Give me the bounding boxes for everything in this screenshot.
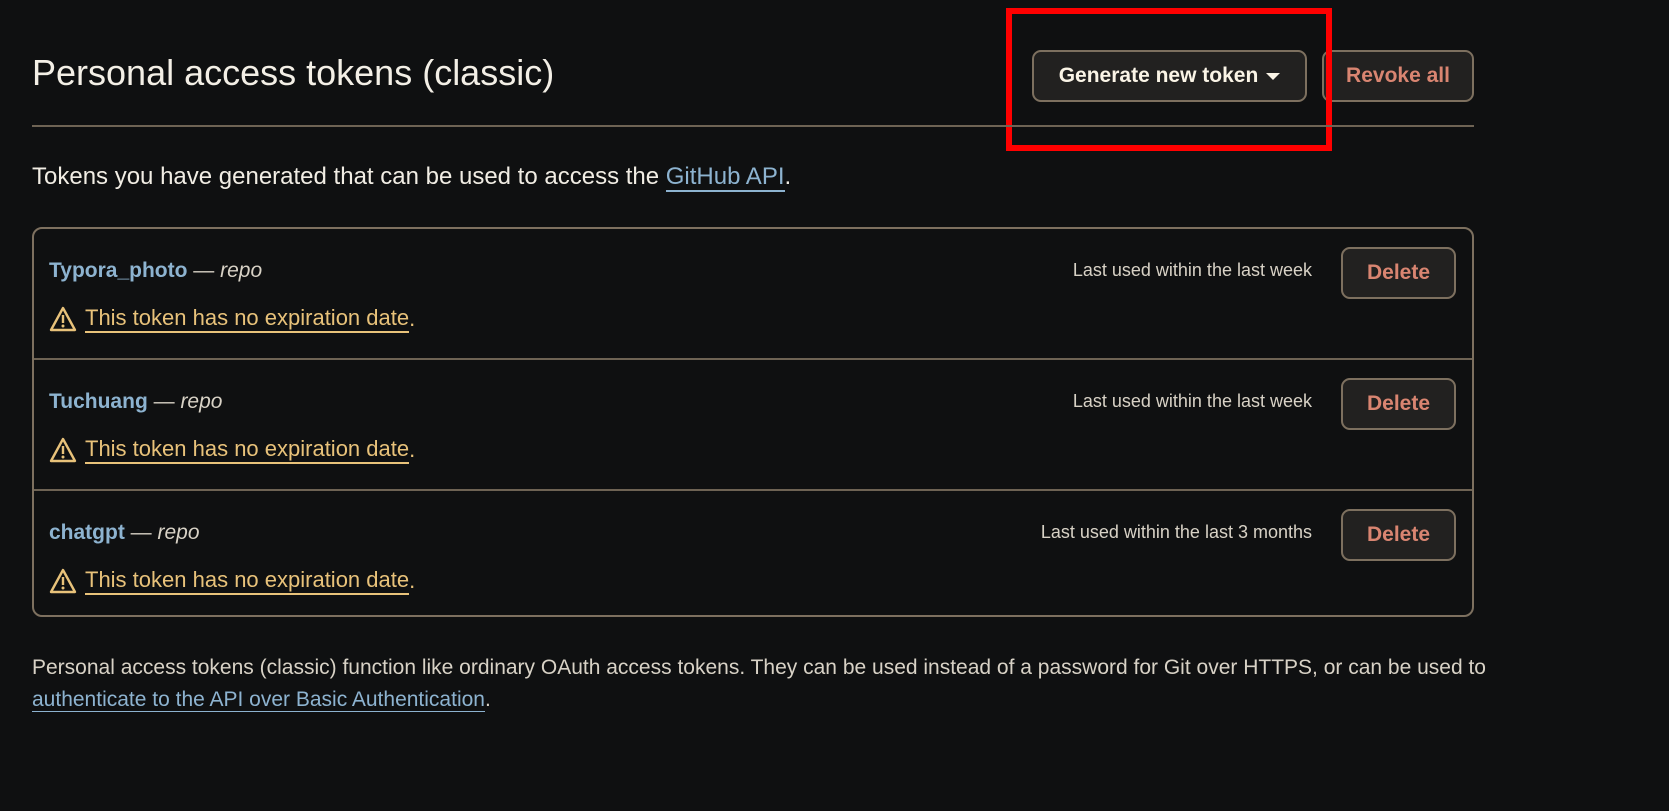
generate-new-token-button[interactable]: Generate new token (1032, 50, 1307, 102)
footer-text-end: . (484, 688, 491, 711)
alert-icon (49, 568, 77, 594)
token-dash: — (187, 259, 221, 282)
intro-text-end: . (784, 163, 792, 190)
token-title: chatgpt — repo (49, 521, 200, 545)
github-api-link[interactable]: GitHub API (665, 163, 785, 192)
last-used: Last used within the last 3 months (1040, 522, 1312, 542)
token-dash: — (124, 521, 158, 544)
last-used: Last used within the last week (1072, 260, 1312, 280)
no-expiration-link[interactable]: This token has no expiration date (85, 305, 410, 333)
footer-text: Personal access tokens (classic) functio… (32, 652, 1492, 716)
generate-new-token-label: Generate new token (1058, 64, 1259, 87)
token-warning: This token has no expiration date. (49, 436, 415, 464)
token-name-link[interactable]: Typora_photo (49, 259, 187, 282)
no-expiration-link[interactable]: This token has no expiration date (85, 567, 410, 595)
last-used: Last used within the last week (1072, 391, 1312, 411)
delete-button[interactable]: Delete (1341, 509, 1456, 561)
token-warning: This token has no expiration date. (49, 567, 415, 595)
alert-icon (49, 306, 77, 332)
token-dash: — (147, 390, 181, 413)
token-scope: repo (180, 390, 223, 413)
token-name-link[interactable]: chatgpt (49, 521, 125, 544)
revoke-all-button[interactable]: Revoke all (1322, 50, 1474, 102)
token-scope: repo (157, 521, 200, 544)
intro-text-body: Tokens you have generated that can be us… (32, 163, 666, 190)
token-warning: This token has no expiration date. (49, 305, 415, 333)
delete-button[interactable]: Delete (1341, 247, 1456, 299)
footer-text-body: Personal access tokens (classic) functio… (32, 656, 1486, 679)
token-row: Typora_photo — repo This token has no ex… (34, 229, 1472, 360)
no-expiration-link[interactable]: This token has no expiration date (85, 436, 410, 464)
caret-down-icon (1266, 72, 1281, 80)
token-title: Tuchuang — repo (49, 390, 222, 414)
delete-button[interactable]: Delete (1341, 378, 1456, 430)
basic-auth-link[interactable]: authenticate to the API over Basic Authe… (32, 688, 485, 712)
alert-icon (49, 437, 77, 463)
token-title: Typora_photo — repo (49, 259, 262, 283)
token-list: Typora_photo — repo This token has no ex… (32, 227, 1474, 617)
intro-text: Tokens you have generated that can be us… (32, 163, 792, 192)
token-row: chatgpt — repo This token has no expirat… (34, 491, 1472, 620)
token-name-link[interactable]: Tuchuang (49, 390, 148, 413)
token-row: Tuchuang — repo This token has no expira… (34, 360, 1472, 491)
page-title: Personal access tokens (classic) (32, 52, 555, 93)
divider (32, 125, 1474, 127)
token-scope: repo (220, 259, 263, 282)
